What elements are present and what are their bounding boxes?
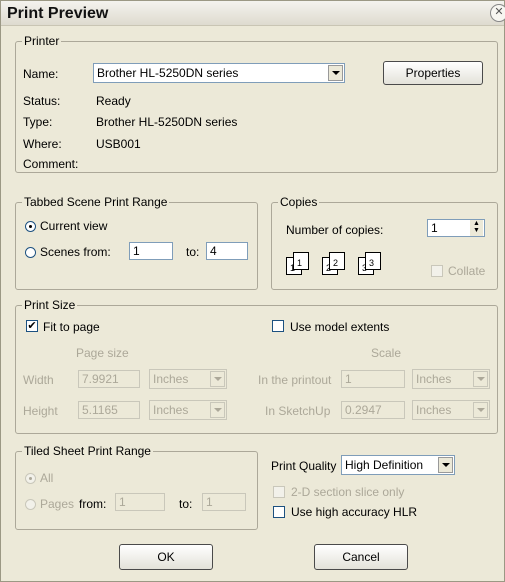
chevron-down-icon[interactable] <box>438 457 453 473</box>
page-icon: 3 <box>365 252 381 270</box>
printer-name-value: Brother HL-5250DN series <box>97 66 239 80</box>
pages-range-radio[interactable] <box>25 499 36 510</box>
printer-legend: Printer <box>24 34 60 48</box>
print-quality-label: Print Quality <box>271 459 337 473</box>
print-preview-dialog: Print Preview ✕ Printer Name: Brother HL… <box>0 0 505 582</box>
pages-label: Pages <box>40 497 75 511</box>
chevron-down-icon[interactable] <box>473 371 488 387</box>
scenes-from-input[interactable]: 1 <box>129 242 173 260</box>
current-view-label: Current view <box>40 219 108 233</box>
page-size-label: Page size <box>76 346 129 360</box>
type-value: Brother HL-5250DN series <box>96 115 238 129</box>
width-label: Width <box>23 373 54 387</box>
scenes-from-label: Scenes from: <box>40 245 111 259</box>
all-pages-label: All <box>40 471 54 485</box>
section-slice-checkbox[interactable] <box>273 486 285 498</box>
comment-label: Comment: <box>23 157 79 171</box>
properties-button[interactable]: Properties <box>383 61 483 85</box>
pages-from-input[interactable]: 1 <box>115 493 165 511</box>
in-sketchup-input[interactable]: 0.2947 <box>341 401 405 419</box>
copies-spinner[interactable]: 1 ▲ ▼ <box>427 219 485 237</box>
pages-to-label: to: <box>179 497 193 511</box>
scenes-from-radio[interactable] <box>25 247 36 258</box>
use-model-extents-checkbox[interactable] <box>272 320 284 332</box>
spinner-arrows-icon[interactable]: ▲ ▼ <box>470 220 483 236</box>
high-accuracy-label: Use high accuracy HLR <box>291 505 418 519</box>
copies-legend: Copies <box>280 195 318 209</box>
status-label: Status: <box>23 94 61 108</box>
tiled-range-group: Tiled Sheet Print Range <box>15 444 258 530</box>
page-icon: 1 <box>293 252 309 270</box>
fit-to-page-label: Fit to page <box>43 320 100 334</box>
high-accuracy-checkbox[interactable] <box>273 506 285 518</box>
cancel-button[interactable]: Cancel <box>314 544 408 570</box>
scenes-to-input[interactable]: 4 <box>206 242 248 260</box>
collate-checkbox[interactable] <box>431 265 443 277</box>
current-view-radio[interactable] <box>25 221 36 232</box>
pages-from-label: from: <box>79 497 107 511</box>
height-unit-select[interactable]: Inches <box>149 400 227 420</box>
dialog-title: Print Preview <box>7 5 109 22</box>
chevron-down-icon[interactable] <box>210 371 225 387</box>
title-bar: Print Preview ✕ <box>1 1 505 26</box>
print-quality-value: High Definition <box>345 458 424 472</box>
width-input[interactable]: 7.9921 <box>78 370 140 388</box>
pages-to-input[interactable]: 1 <box>202 493 246 511</box>
use-model-extents-label: Use model extents <box>290 320 390 334</box>
ok-button[interactable]: OK <box>119 544 213 570</box>
in-printout-unit-value: Inches <box>416 372 452 386</box>
print-quality-select[interactable]: High Definition <box>341 455 455 475</box>
height-input[interactable]: 5.1165 <box>78 401 140 419</box>
fit-to-page-checkbox[interactable]: ✔ <box>26 320 38 332</box>
in-printout-unit-select[interactable]: Inches <box>412 369 490 389</box>
chevron-down-icon[interactable] <box>473 402 488 418</box>
printer-group: Printer <box>15 34 498 173</box>
in-printout-label: In the printout <box>258 373 332 387</box>
in-sketchup-unit-value: Inches <box>416 403 452 417</box>
height-unit-value: Inches <box>153 403 189 417</box>
printer-name-select[interactable]: Brother HL-5250DN series <box>93 63 345 83</box>
scene-range-legend: Tabbed Scene Print Range <box>24 195 168 209</box>
tiled-range-legend: Tiled Sheet Print Range <box>24 444 151 458</box>
page-icon: 2 <box>329 252 345 270</box>
number-of-copies-label: Number of copies: <box>286 223 384 237</box>
section-slice-label: 2-D section slice only <box>291 485 405 499</box>
name-label: Name: <box>23 67 59 81</box>
all-pages-radio[interactable] <box>25 473 36 484</box>
type-label: Type: <box>23 115 53 129</box>
chevron-down-icon[interactable] <box>328 65 343 81</box>
where-label: Where: <box>23 137 62 151</box>
collate-label: Collate <box>448 264 486 278</box>
copies-value: 1 <box>431 221 438 235</box>
print-size-legend: Print Size <box>24 298 76 312</box>
height-label: Height <box>23 404 58 418</box>
width-unit-value: Inches <box>153 372 189 386</box>
in-sketchup-label: In SketchUp <box>265 404 331 418</box>
in-printout-input[interactable]: 1 <box>341 370 405 388</box>
scale-label: Scale <box>371 346 402 360</box>
width-unit-select[interactable]: Inches <box>149 369 227 389</box>
where-value: USB001 <box>96 137 141 151</box>
close-icon[interactable]: ✕ <box>490 4 505 22</box>
in-sketchup-unit-select[interactable]: Inches <box>412 400 490 420</box>
status-value: Ready <box>96 94 131 108</box>
chevron-down-icon[interactable] <box>210 402 225 418</box>
scenes-to-label: to: <box>186 245 200 259</box>
